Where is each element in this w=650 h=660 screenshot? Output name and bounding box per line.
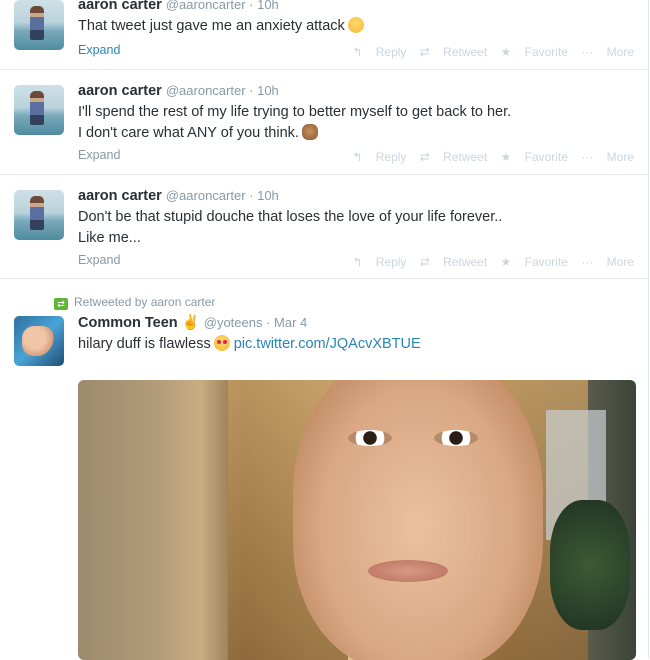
tweet-header: aaron carter @aaroncarter · 10h — [78, 188, 279, 204]
expand-link[interactable]: Expand — [78, 148, 120, 162]
user-handle-time[interactable]: @aaroncarter · 10h — [166, 0, 279, 12]
tweet-text: I'll spend the rest of my life trying to… — [78, 104, 512, 141]
avatar[interactable] — [14, 0, 64, 50]
tweet-text: hilary duff is flawless pic.twitter.com/… — [78, 335, 421, 352]
tweet-3[interactable]: aaron carter @aaroncarter · 10h Don't be… — [0, 174, 648, 279]
expand-link[interactable]: Expand — [78, 253, 120, 267]
user-name[interactable]: Common Teen — [78, 315, 178, 331]
reply-button[interactable]: ↰ Reply — [352, 255, 406, 269]
pic-link[interactable]: pic.twitter.com/JQAcvXBTUE — [234, 336, 421, 352]
user-name[interactable]: aaron carter — [78, 188, 162, 204]
more-button[interactable]: ··· More — [581, 150, 634, 164]
avatar[interactable] — [14, 190, 64, 240]
avatar[interactable] — [14, 85, 64, 135]
heart-eyes-icon — [213, 335, 230, 351]
reply-button[interactable]: ↰ Reply — [352, 45, 406, 59]
tweet-actions: ↰ Reply ⇄ Retweet ★ Favorite ··· More — [342, 255, 634, 269]
timeline: aaron carter @aaroncarter · 10h That twe… — [0, 0, 649, 660]
retweet-icon: ⇄ — [54, 298, 68, 310]
user-handle-time[interactable]: @aaroncarter · 10h — [166, 188, 279, 203]
user-name[interactable]: aaron carter — [78, 83, 162, 99]
tweet-header: aaron carter @aaroncarter · 10h — [78, 0, 279, 13]
tweet-text: Don't be that stupid douche that loses t… — [78, 209, 503, 246]
user-handle-time[interactable]: @yoteens · Mar 4 — [204, 315, 308, 330]
tweet-actions: ↰ Reply ⇄ Retweet ★ Favorite ··· More — [342, 45, 634, 59]
user-name[interactable]: aaron carter — [78, 0, 162, 13]
tweet-header: aaron carter @aaroncarter · 10h — [78, 83, 279, 99]
retweet-button[interactable]: ⇄ Retweet — [420, 150, 487, 164]
avatar[interactable] — [14, 316, 64, 366]
worried-face-icon — [347, 17, 364, 33]
favorite-button[interactable]: ★ Favorite — [501, 45, 568, 59]
expand-link[interactable]: Expand — [78, 43, 120, 57]
retweet-button[interactable]: ⇄ Retweet — [420, 45, 487, 59]
hand-badge-icon: ✌ — [181, 315, 200, 331]
see-no-evil-monkey-icon — [301, 124, 318, 140]
user-handle-time[interactable]: @aaroncarter · 10h — [166, 83, 279, 98]
tweet-1[interactable]: aaron carter @aaroncarter · 10h That twe… — [0, 0, 648, 70]
more-button[interactable]: ··· More — [581, 255, 634, 269]
retweet-context: ⇄ Retweeted by aaron carter — [54, 295, 215, 310]
tweet-actions: ↰ Reply ⇄ Retweet ★ Favorite ··· More — [342, 150, 634, 164]
retweet-button[interactable]: ⇄ Retweet — [420, 255, 487, 269]
tweet-text: That tweet just gave me an anxiety attac… — [78, 16, 364, 37]
reply-button[interactable]: ↰ Reply — [352, 150, 406, 164]
favorite-button[interactable]: ★ Favorite — [501, 255, 568, 269]
tweet-photo[interactable] — [78, 380, 636, 660]
more-button[interactable]: ··· More — [581, 45, 634, 59]
tweet-header: Common Teen ✌ @yoteens · Mar 4 — [78, 314, 307, 331]
tweet-2[interactable]: aaron carter @aaroncarter · 10h I'll spe… — [0, 69, 648, 175]
favorite-button[interactable]: ★ Favorite — [501, 150, 568, 164]
